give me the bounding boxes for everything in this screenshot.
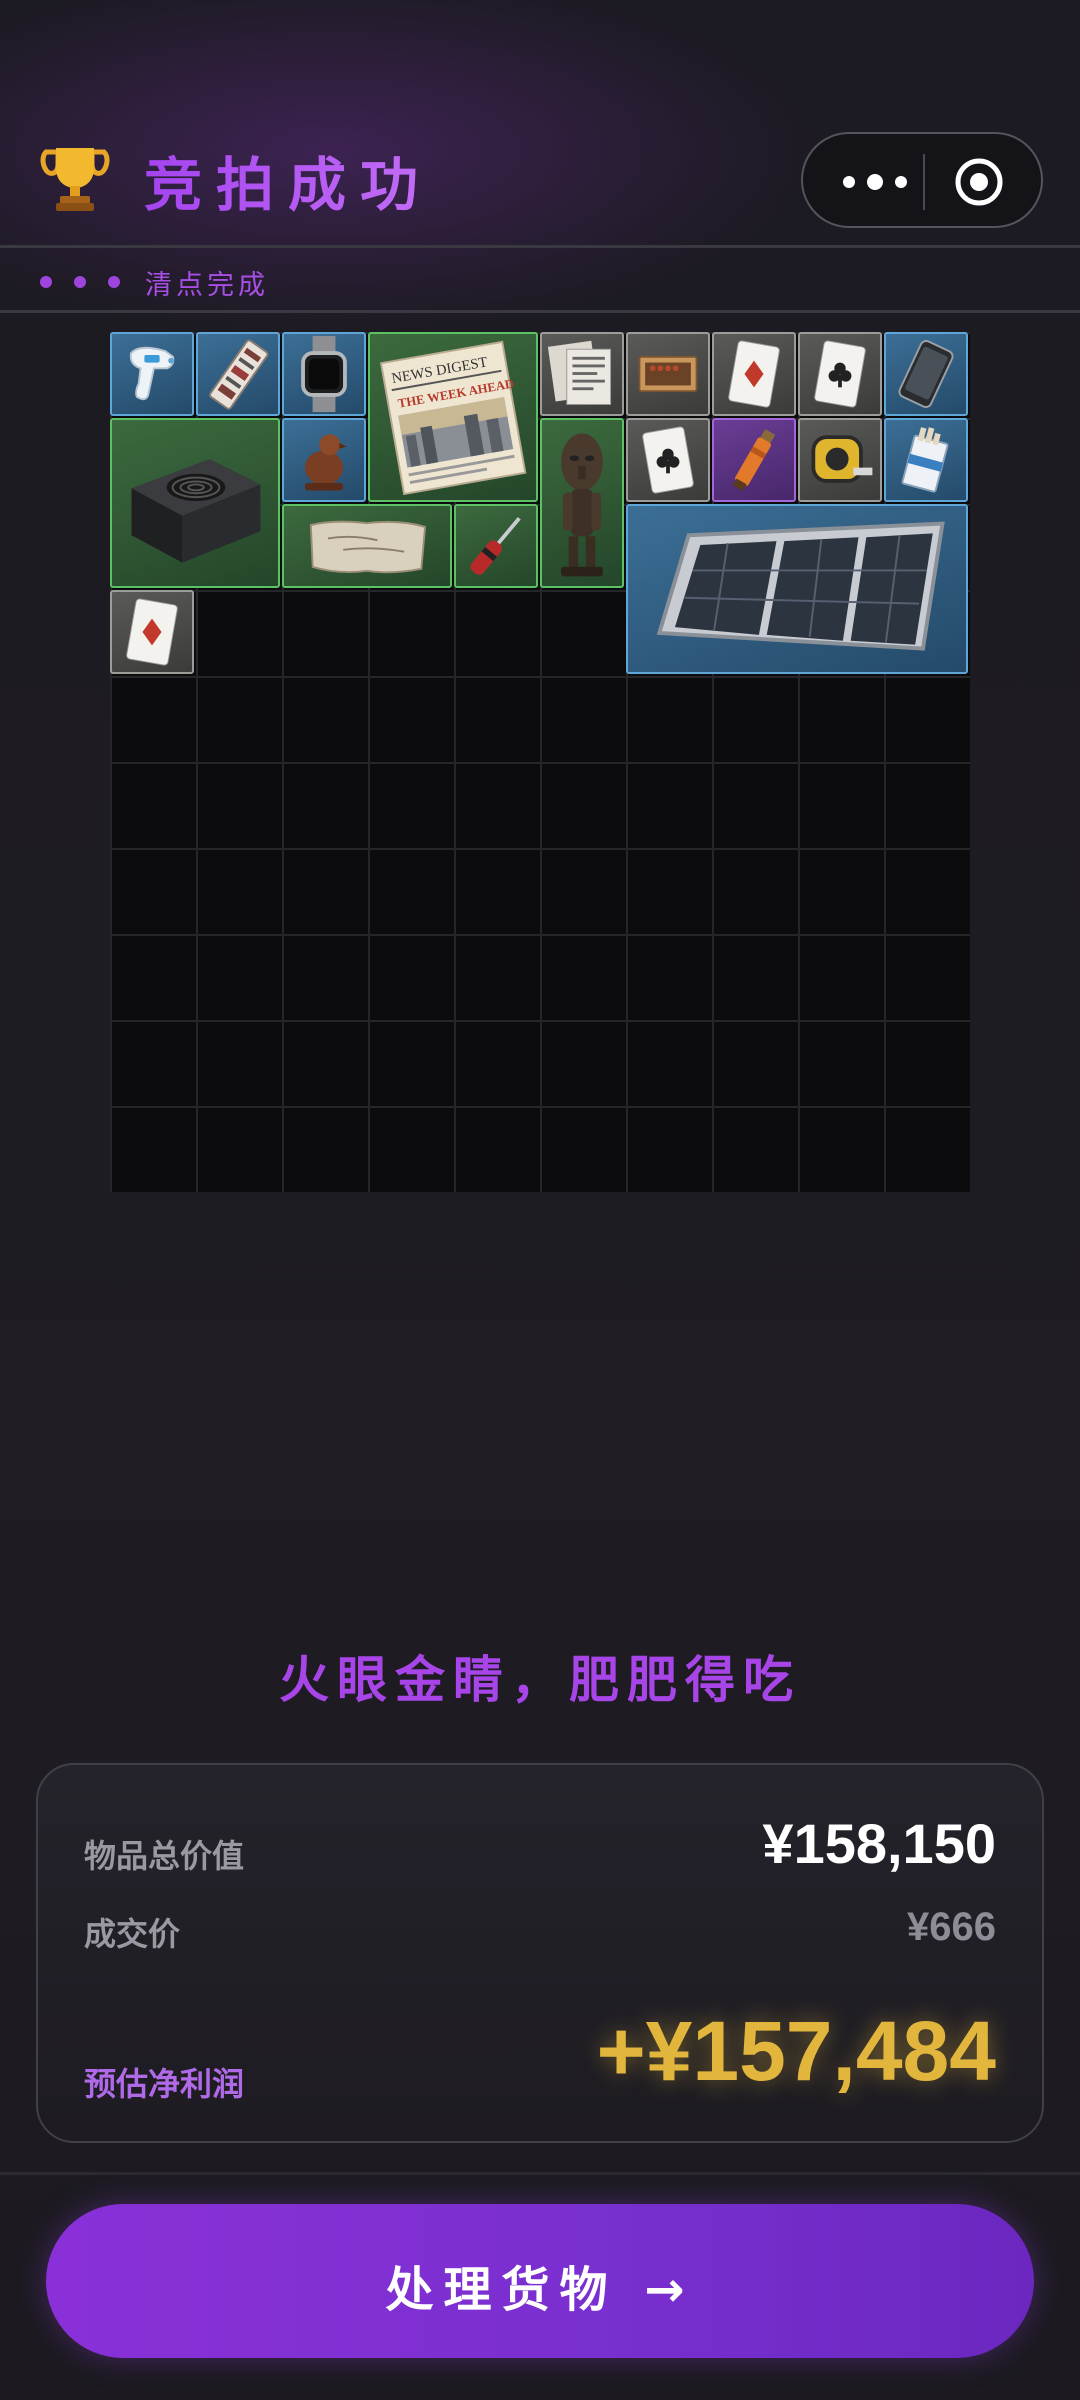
summary-card: 物品总价值 ¥158,150 成交价 ¥666 预估净利润 +¥157,484 xyxy=(36,1763,1044,2143)
process-goods-label: 处理货物 → xyxy=(385,2262,695,2318)
circuit-board-icon xyxy=(209,339,269,410)
item-tape-measure[interactable] xyxy=(798,418,882,502)
target-close-icon[interactable] xyxy=(954,157,1004,207)
card-diamond-icon xyxy=(728,340,780,408)
item-smart-watch[interactable] xyxy=(282,332,366,416)
item-cigarette-pack[interactable] xyxy=(884,418,968,502)
slogan-text: 火眼金睛，肥肥得吃 xyxy=(279,1651,801,1709)
footer-divider xyxy=(0,2172,1080,2175)
item-playing-card-club-2[interactable] xyxy=(626,418,710,502)
phone-icon xyxy=(898,340,954,408)
screwdriver-icon xyxy=(470,517,521,575)
item-wooden-bird[interactable] xyxy=(282,418,366,502)
deal-price-label: 成交价 xyxy=(84,1915,181,1953)
card-club-icon xyxy=(814,340,866,408)
item-power-supply-unit[interactable] xyxy=(110,418,280,588)
process-goods-button[interactable]: 处理货物 → xyxy=(46,2204,1034,2358)
tickets-icon xyxy=(547,340,612,405)
card-club-icon xyxy=(642,426,694,494)
watch-icon xyxy=(301,335,347,413)
card-diamond-icon xyxy=(126,598,178,666)
solar-panel-icon xyxy=(656,521,945,651)
header: 竞拍成功 xyxy=(0,0,1080,248)
item-newspaper[interactable]: NEWS DIGEST THE WEEK AHEAD xyxy=(368,332,538,502)
mini-program-capsule xyxy=(801,132,1043,228)
newspaper-icon: NEWS DIGEST THE WEEK AHEAD xyxy=(379,340,527,496)
item-phone[interactable] xyxy=(884,332,968,416)
profit-label: 预估净利润 xyxy=(84,2065,245,2103)
item-flashlight[interactable] xyxy=(712,418,796,502)
power-supply-icon xyxy=(131,459,261,563)
total-value: ¥158,150 xyxy=(762,1812,996,1875)
status-dot xyxy=(40,276,52,288)
item-screwdriver[interactable] xyxy=(454,504,538,588)
item-thermometer-gun[interactable] xyxy=(110,332,194,416)
deal-price-value: ¥666 xyxy=(907,1905,996,1949)
page: 竞拍成功 清点完成 NEWS DIGEST THE WEEK AHEAD 火眼金… xyxy=(0,0,1080,2400)
status-bar: 清点完成 xyxy=(0,251,1080,313)
matchbox-icon xyxy=(638,355,698,393)
item-playing-card-diamond[interactable] xyxy=(712,332,796,416)
more-dots-icon[interactable] xyxy=(835,164,915,200)
thermometer-icon xyxy=(129,346,175,401)
wooden-bird-icon xyxy=(304,434,347,491)
status-dot xyxy=(108,276,120,288)
item-playing-card-club[interactable] xyxy=(798,332,882,416)
cigarette-pack-icon xyxy=(901,427,949,493)
parchment-icon xyxy=(309,520,427,574)
item-solar-panel[interactable] xyxy=(626,504,968,674)
item-matchbox[interactable] xyxy=(626,332,710,416)
status-dot xyxy=(74,276,86,288)
item-playing-card-diamond-2[interactable] xyxy=(110,590,194,674)
tape-measure-icon xyxy=(811,435,873,483)
page-title: 竞拍成功 xyxy=(144,138,432,222)
inventory-grid: NEWS DIGEST THE WEEK AHEAD xyxy=(110,332,970,1192)
item-circuit-board[interactable] xyxy=(196,332,280,416)
item-tribal-statue[interactable] xyxy=(540,418,624,588)
total-value-label: 物品总价值 xyxy=(84,1837,245,1875)
flashlight-icon xyxy=(732,429,776,491)
status-text: 清点完成 xyxy=(145,270,269,301)
item-old-parchment[interactable] xyxy=(282,504,452,588)
profit-value: +¥157,484 xyxy=(596,2004,996,2098)
item-ticket-stack[interactable] xyxy=(540,332,624,416)
tribal-statue-icon xyxy=(561,433,603,577)
trophy-icon xyxy=(38,140,112,214)
capsule-divider xyxy=(923,154,925,210)
